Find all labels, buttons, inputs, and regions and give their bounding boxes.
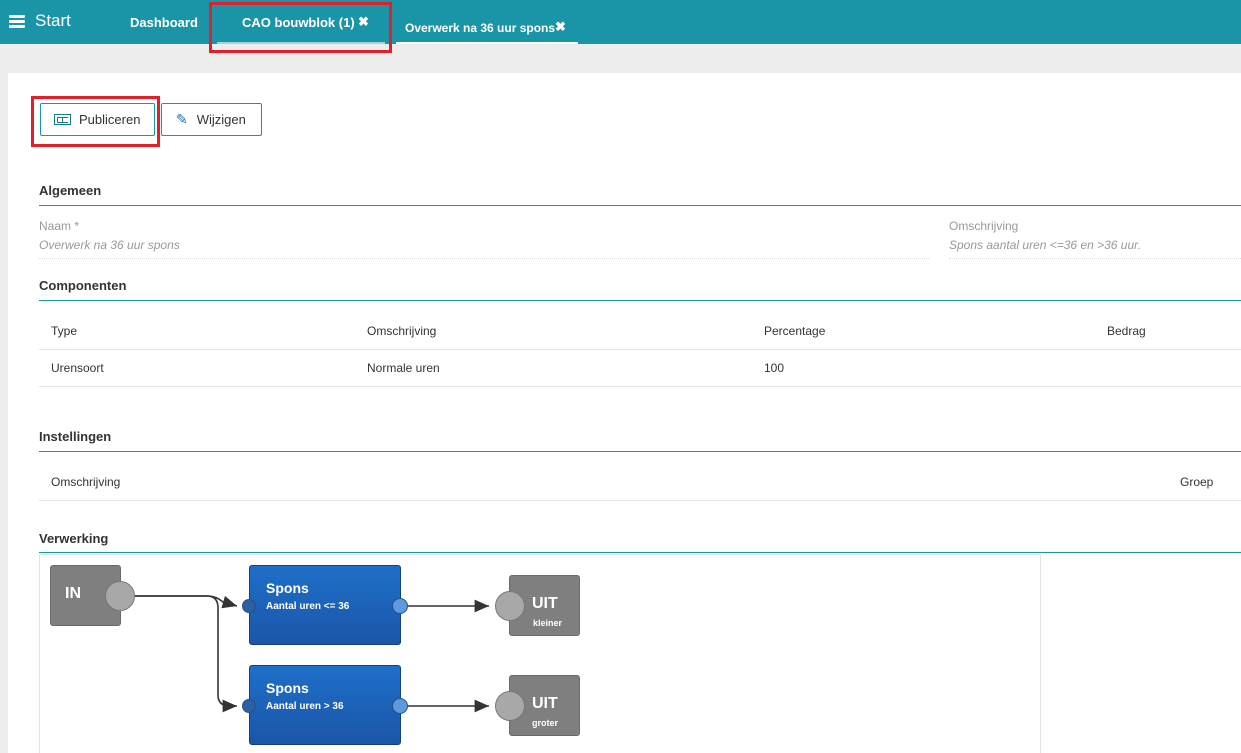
output-port[interactable] [105,581,135,611]
section-divider [39,300,1241,301]
description-field-value[interactable]: Spons aantal uren <=36 en >36 uur. [949,238,1141,252]
column-header-percentage: Percentage [764,324,826,338]
name-field-value[interactable]: Overwerk na 36 uur spons [39,238,180,252]
main-menu-label: Start [35,11,71,30]
section-divider [39,552,1241,553]
description-field-label: Omschrijving [949,219,1019,233]
table-cell-type: Urensoort [51,361,104,375]
column-header-group: Groep [1180,475,1214,489]
flow-node-in-label: IN [65,585,81,602]
column-header-description: Omschrijving [367,324,437,338]
section-title-processing: Verwerking [39,531,109,546]
section-title-general: Algemeen [39,183,102,198]
input-port[interactable] [242,599,256,613]
edit-button[interactable]: ✎ Wijzigen [161,103,262,136]
flow-node-title: Spons [266,680,309,696]
description-field-underline [949,258,1241,259]
highlight-box-tab [209,2,392,53]
flow-node-subtitle: groter [532,718,559,728]
section-title-settings: Instellingen [39,429,112,444]
edit-button-label: Wijzigen [196,112,246,127]
tab-overwerk[interactable]: Overwerk na 36 uur spons ✖ [396,0,578,44]
input-port[interactable] [242,699,256,713]
output-port[interactable] [392,698,408,714]
table-cell-description: Normale uren [367,361,440,375]
input-port[interactable] [495,591,525,621]
flow-node-spons-le36[interactable]: Spons Aantal uren <= 36 [249,565,401,645]
flow-node-title: UIT [532,695,558,712]
flow-node-title: UIT [532,595,558,612]
top-navigation-bar: Start Dashboard CAO bouwblok (1) ✖ Overw… [0,0,1241,44]
input-port[interactable] [495,691,525,721]
main-menu-button[interactable]: Start [9,11,71,31]
table-header-divider [39,349,1241,350]
flow-node-subtitle: Aantal uren <= 36 [266,601,350,612]
tab-dashboard[interactable]: Dashboard [130,15,198,30]
pencil-icon: ✎ [176,111,188,127]
output-port[interactable] [392,598,408,614]
flow-node-subtitle: Aantal uren > 36 [266,701,344,712]
table-cell-percentage: 100 [764,361,785,375]
table-header-divider [39,500,1241,501]
section-title-components: Componenten [39,278,127,293]
hamburger-icon [9,14,25,28]
close-icon[interactable]: ✖ [555,19,566,35]
table-row-divider [39,386,1241,387]
flow-node-spons-gt36[interactable]: Spons Aantal uren > 36 [249,665,401,745]
processing-flow-diagram[interactable]: IN Spons Aantal uren <= 36 Spons Aantal … [39,554,1041,753]
section-divider [39,205,1241,206]
section-divider [39,451,1241,452]
column-header-type: Type [51,324,78,338]
name-field-label: Naam * [39,219,80,233]
tab-overwerk-label: Overwerk na 36 uur spons [405,21,556,35]
column-header-description: Omschrijving [51,475,121,489]
flow-node-subtitle: kleiner [533,618,563,628]
main-card: Publiceren ✎ Wijzigen Algemeen Naam * Ov… [8,73,1241,753]
highlight-box-publish [31,96,160,147]
name-field-underline [39,258,929,259]
flow-node-title: Spons [266,580,309,596]
column-header-amount: Bedrag [1107,324,1146,338]
tab-active-underline [396,42,578,44]
